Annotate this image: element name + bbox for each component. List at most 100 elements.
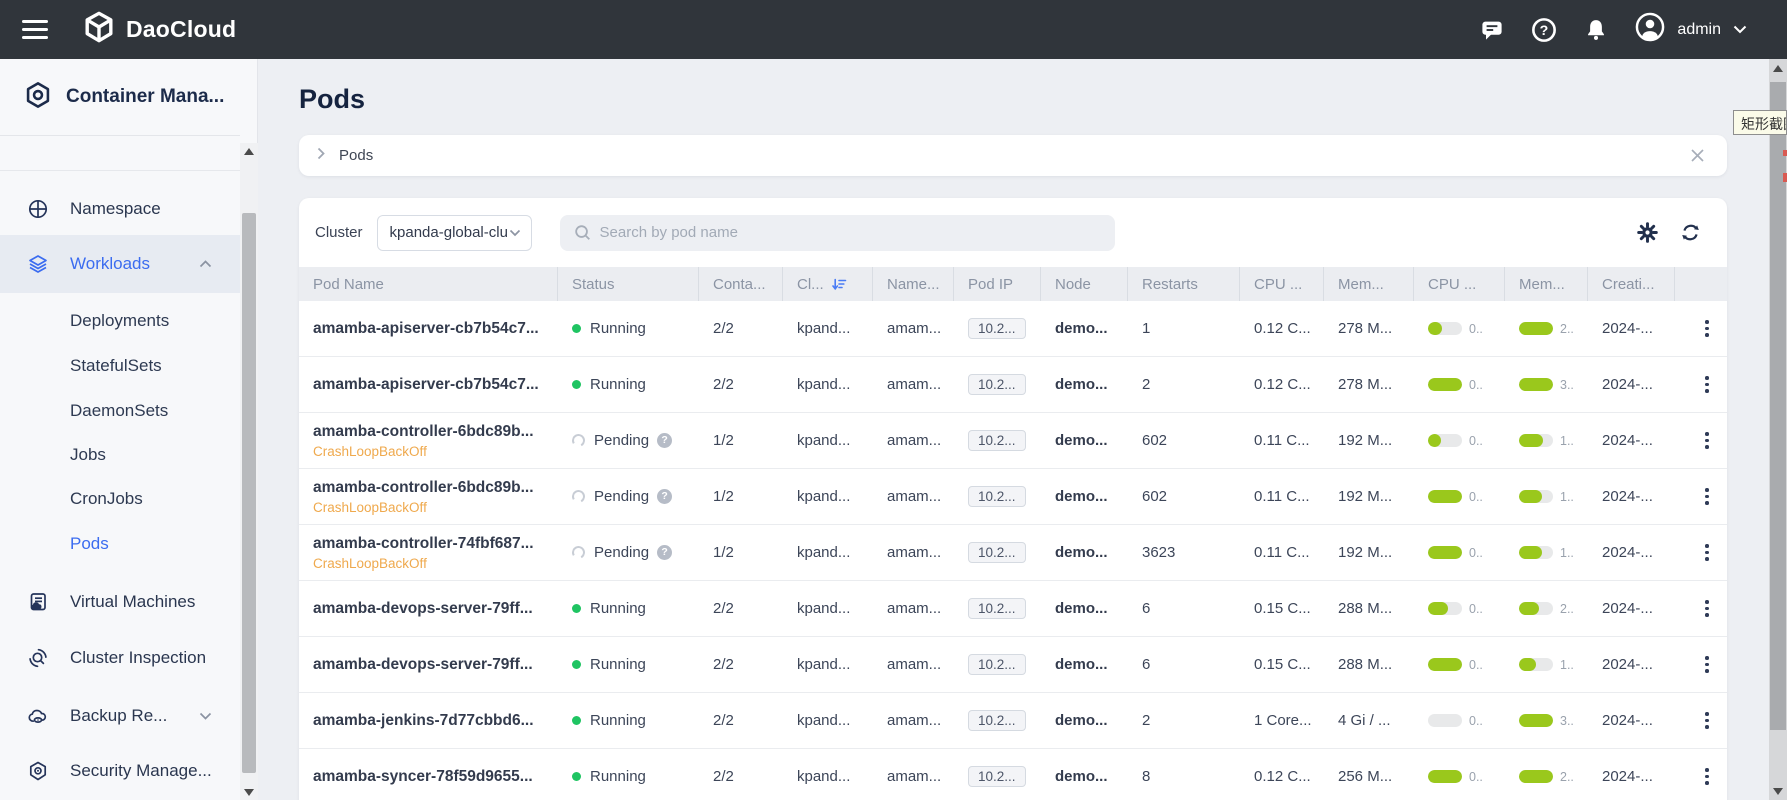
- sidebar-item-statefulsets[interactable]: StatefulSets: [0, 346, 240, 386]
- sidebar-item-backup-re[interactable]: Backup Re...: [0, 696, 240, 736]
- sidebar-item-namespace[interactable]: Namespace: [0, 189, 240, 229]
- cluster-name: kpand...: [783, 357, 873, 412]
- sidebar-item-jobs[interactable]: Jobs: [0, 435, 240, 475]
- bell-icon[interactable]: [1583, 17, 1609, 43]
- column-header: Conta...: [699, 267, 783, 301]
- column-header: Mem...: [1505, 267, 1588, 301]
- sidebar-scrollbar[interactable]: [240, 143, 258, 800]
- row-actions-button[interactable]: [1695, 540, 1719, 565]
- namespace-name: amam...: [873, 693, 954, 748]
- column-header: Creati...: [1588, 267, 1675, 301]
- node-name[interactable]: demo...: [1041, 581, 1128, 636]
- memory-usage-gauge: [1519, 602, 1553, 615]
- column-header: Status: [558, 267, 699, 301]
- containers-ready: 2/2: [699, 581, 783, 636]
- creation-time: 2024-...: [1588, 693, 1675, 748]
- pod-name[interactable]: amamba-apiserver-cb7b54c7...: [313, 320, 539, 338]
- pod-name[interactable]: amamba-devops-server-79ff...: [313, 656, 533, 674]
- cpu-usage-gauge: [1428, 490, 1462, 503]
- node-name[interactable]: demo...: [1041, 413, 1128, 468]
- node-name[interactable]: demo...: [1041, 749, 1128, 800]
- sidebar-item-virtual-machines[interactable]: Virtual Machines: [0, 582, 240, 622]
- containers-ready: 2/2: [699, 357, 783, 412]
- row-actions-button[interactable]: [1695, 764, 1719, 789]
- creation-time: 2024-...: [1588, 525, 1675, 580]
- search-input[interactable]: [600, 224, 1080, 241]
- row-actions-button[interactable]: [1695, 316, 1719, 341]
- pod-ip-chip: 10.2...: [968, 766, 1026, 787]
- node-name[interactable]: demo...: [1041, 469, 1128, 524]
- node-name[interactable]: demo...: [1041, 357, 1128, 412]
- page-scrollbar[interactable]: [1769, 59, 1787, 800]
- node-name[interactable]: demo...: [1041, 693, 1128, 748]
- sidebar-item-daemonsets[interactable]: DaemonSets: [0, 391, 240, 431]
- cluster-select[interactable]: kpanda-global-clu...: [377, 215, 532, 251]
- restarts-count: 2: [1128, 357, 1240, 412]
- pod-name[interactable]: amamba-controller-6bdc89b...: [313, 423, 534, 441]
- namespace-name: amam...: [873, 581, 954, 636]
- sort-icon[interactable]: [832, 277, 847, 292]
- pod-name[interactable]: amamba-controller-74fbf687...: [313, 535, 534, 553]
- settings-gear-icon[interactable]: [1637, 222, 1658, 243]
- brand-name: DaoCloud: [126, 16, 236, 43]
- row-actions-button[interactable]: [1695, 596, 1719, 621]
- row-actions-button[interactable]: [1695, 652, 1719, 677]
- refresh-icon[interactable]: [1680, 222, 1701, 243]
- pod-name[interactable]: amamba-devops-server-79ff...: [313, 600, 533, 618]
- creation-time: 2024-...: [1588, 301, 1675, 356]
- containers-ready: 1/2: [699, 469, 783, 524]
- row-actions-button[interactable]: [1695, 428, 1719, 453]
- running-status-icon: [572, 660, 581, 669]
- breadcrumb-label: Pods: [339, 147, 373, 164]
- pod-name[interactable]: amamba-syncer-78f59d9655...: [313, 768, 533, 786]
- column-header: Pod IP: [954, 267, 1041, 301]
- node-name[interactable]: demo...: [1041, 637, 1128, 692]
- help-icon[interactable]: ?: [1531, 17, 1557, 43]
- cpu-usage-gauge: [1428, 434, 1462, 447]
- status-text: Pending: [594, 544, 649, 561]
- creation-time: 2024-...: [1588, 469, 1675, 524]
- table-row: amamba-jenkins-7d77cbbd6... Running ? 2/…: [299, 693, 1727, 749]
- running-status-icon: [572, 380, 581, 389]
- restarts-count: 6: [1128, 637, 1240, 692]
- creation-time: 2024-...: [1588, 581, 1675, 636]
- table-row: amamba-syncer-78f59d9655... Running ? 2/…: [299, 749, 1727, 800]
- node-name[interactable]: demo...: [1041, 301, 1128, 356]
- pod-name[interactable]: amamba-jenkins-7d77cbbd6...: [313, 712, 534, 730]
- pod-ip-chip: 10.2...: [968, 542, 1026, 563]
- sidebar-item-cluster-inspection[interactable]: Cluster Inspection: [0, 638, 240, 678]
- user-menu[interactable]: admin: [1635, 12, 1747, 47]
- row-actions-button[interactable]: [1695, 484, 1719, 509]
- status-help-icon[interactable]: ?: [657, 545, 672, 560]
- sidebar-item-pods[interactable]: Pods: [0, 524, 240, 564]
- memory-request: 278 M...: [1324, 357, 1414, 412]
- menu-icon[interactable]: [22, 20, 48, 39]
- chat-icon[interactable]: [1479, 17, 1505, 43]
- cpu-request: 0.12 C...: [1240, 301, 1324, 356]
- row-actions-button[interactable]: [1695, 372, 1719, 397]
- pod-name[interactable]: amamba-apiserver-cb7b54c7...: [313, 376, 539, 394]
- brand[interactable]: DaoCloud: [82, 10, 236, 49]
- status-help-icon[interactable]: ?: [657, 433, 672, 448]
- pod-name[interactable]: amamba-controller-6bdc89b...: [313, 479, 534, 497]
- scrollbar-marker: [1783, 150, 1787, 156]
- sidebar-scrollbar-thumb[interactable]: [242, 213, 256, 773]
- cpu-usage-gauge: [1428, 602, 1462, 615]
- column-header: Name...: [873, 267, 954, 301]
- namespace-name: amam...: [873, 301, 954, 356]
- status-help-icon[interactable]: ?: [657, 489, 672, 504]
- sidebar-item-workloads[interactable]: Workloads: [0, 235, 240, 293]
- top-navbar: DaoCloud ? admin: [0, 0, 1787, 59]
- restarts-count: 2: [1128, 693, 1240, 748]
- module-header[interactable]: Container Mana...: [0, 59, 240, 136]
- memory-request: 192 M...: [1324, 525, 1414, 580]
- node-name[interactable]: demo...: [1041, 525, 1128, 580]
- sidebar-item-security-manage[interactable]: Security Manage...: [0, 751, 240, 791]
- sidebar-item-cronjobs[interactable]: CronJobs: [0, 479, 240, 519]
- memory-request: 192 M...: [1324, 413, 1414, 468]
- namespace-name: amam...: [873, 469, 954, 524]
- row-actions-button[interactable]: [1695, 708, 1719, 733]
- table-row: amamba-apiserver-cb7b54c7... Running ? 2…: [299, 301, 1727, 357]
- close-icon[interactable]: [1690, 148, 1705, 163]
- sidebar-item-deployments[interactable]: Deployments: [0, 301, 240, 341]
